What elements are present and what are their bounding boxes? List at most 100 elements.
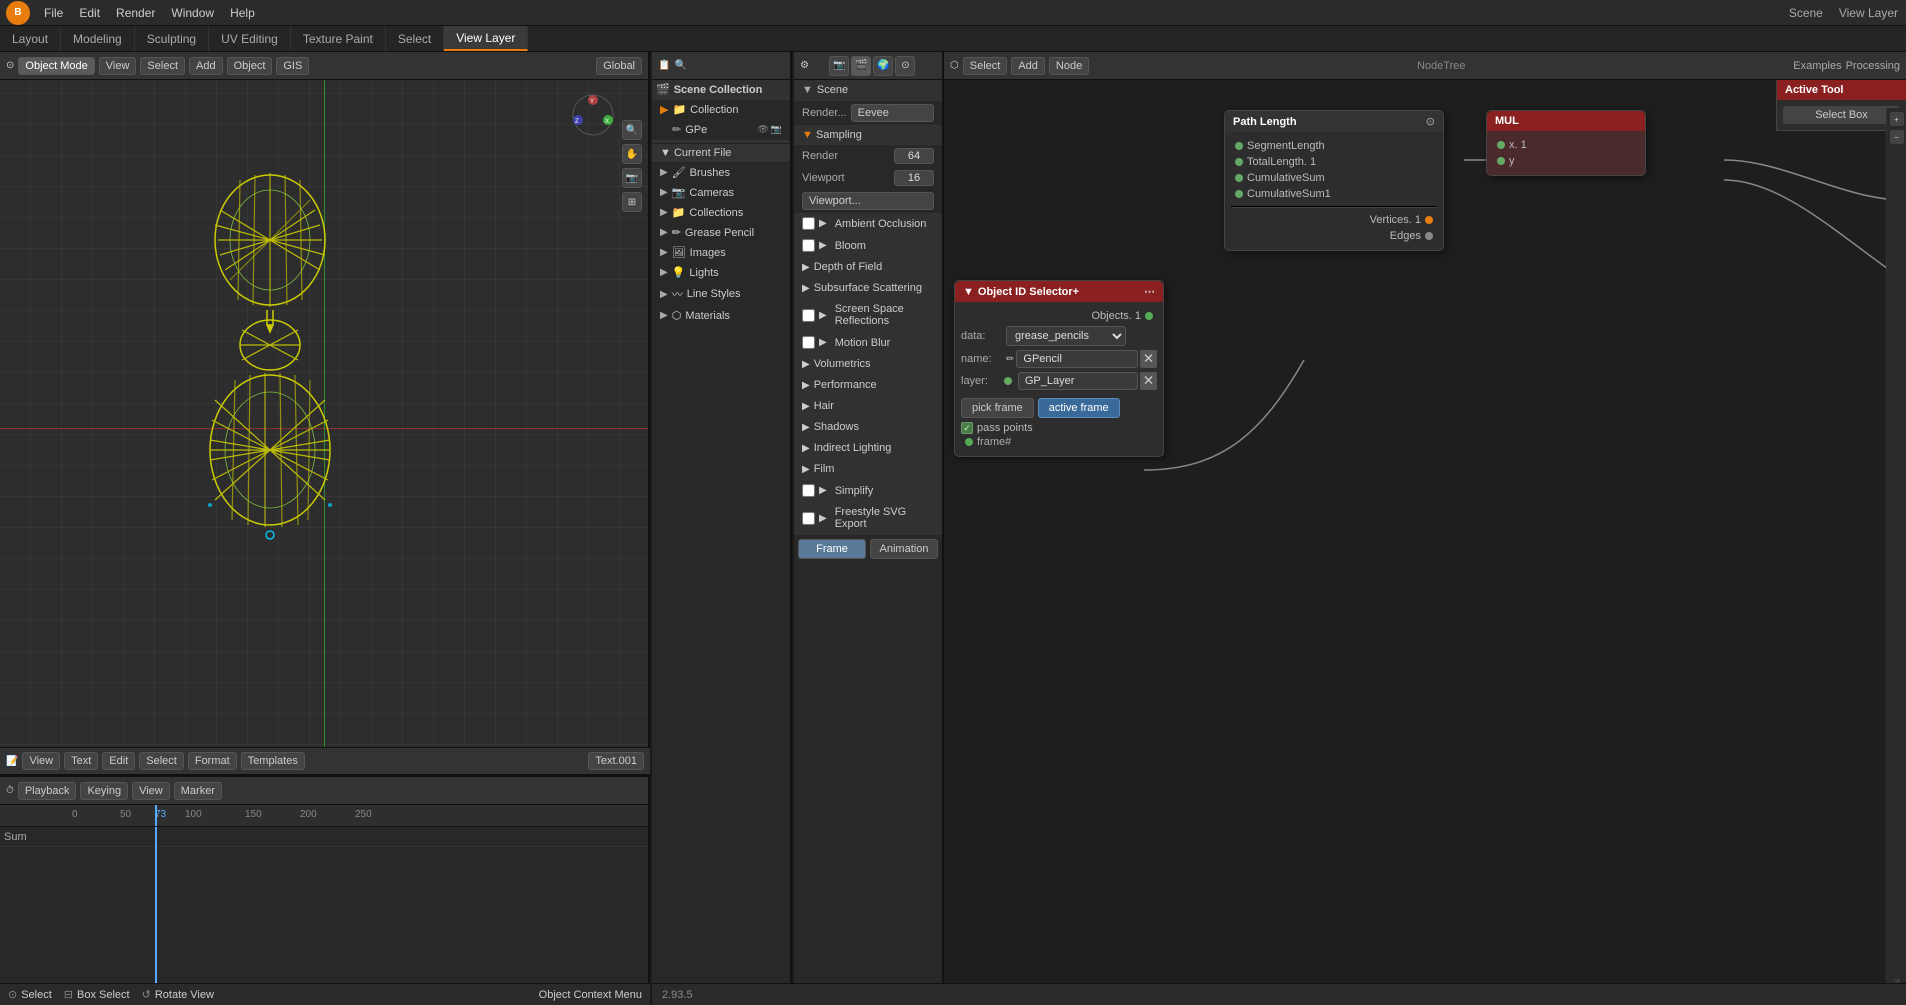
lights-item[interactable]: ▶ 💡 Lights	[652, 263, 790, 283]
simplify-header[interactable]: ▶ Simplify	[794, 480, 942, 501]
view-timeline-btn[interactable]: View	[132, 782, 170, 800]
pick-frame-btn[interactable]: pick frame	[961, 398, 1034, 418]
text-select-btn[interactable]: Select	[139, 752, 184, 770]
grid-icon[interactable]: ⊞	[622, 192, 642, 212]
camera-icon[interactable]: 📷	[622, 168, 642, 188]
layer-input[interactable]	[1018, 372, 1138, 390]
processing-label[interactable]: Processing	[1846, 60, 1900, 72]
collections-item[interactable]: ▶ 📁 Collections	[652, 203, 790, 223]
gpe-item[interactable]: ✏ GPe 👁 📷	[652, 120, 790, 140]
object-mode-btn[interactable]: Object Mode	[18, 57, 94, 75]
tab-uv-editing[interactable]: UV Editing	[209, 26, 291, 51]
freestyle-header[interactable]: ▶ Freestyle SVG Export	[794, 502, 942, 534]
ao-checkbox[interactable]	[802, 217, 815, 230]
text-view-btn[interactable]: View	[22, 752, 60, 770]
outliner-search[interactable]: 🔍	[674, 60, 784, 71]
viewport-canvas[interactable]: Y X Z 🔍 ✋ 📷 ⊞	[0, 80, 648, 775]
status-select[interactable]: ⊙ Select	[8, 988, 52, 1001]
add-btn[interactable]: Add	[189, 57, 223, 75]
timeline-playhead[interactable]	[155, 805, 157, 826]
mb-checkbox[interactable]	[802, 336, 815, 349]
hand-icon[interactable]: ✋	[622, 144, 642, 164]
tab-select[interactable]: Select	[386, 26, 444, 51]
name-clear-btn[interactable]: ✕	[1140, 350, 1157, 368]
render-props-btn[interactable]: 📷	[829, 56, 849, 76]
transform-btn[interactable]: Global	[596, 57, 642, 75]
text-format-btn[interactable]: Format	[188, 752, 237, 770]
object-btn[interactable]: Object	[227, 57, 273, 75]
collection-item[interactable]: ▶ 📁 Collection	[652, 100, 790, 120]
line-styles-item[interactable]: ▶ 〰 Line Styles	[652, 283, 790, 306]
menu-edit[interactable]: Edit	[71, 4, 108, 22]
node-zoom-btn[interactable]: +	[1890, 112, 1904, 126]
fs-checkbox[interactable]	[802, 512, 815, 525]
animation-tab-btn[interactable]: Animation	[870, 539, 938, 559]
text-file-name[interactable]: Text.001	[588, 752, 644, 770]
view-btn[interactable]: View	[99, 57, 137, 75]
shadows-header[interactable]: ▶ Shadows	[794, 417, 942, 437]
ssr-checkbox[interactable]	[802, 309, 815, 322]
node-canvas[interactable]: Path Length ⊙ SegmentLength TotalLength.…	[944, 80, 1906, 1005]
select-btn[interactable]: Select	[140, 57, 185, 75]
mul-node[interactable]: MUL x. 1 y	[1486, 110, 1646, 176]
ambient-occlusion-header[interactable]: ▶ Ambient Occlusion	[794, 213, 942, 234]
eye-icon[interactable]: 👁	[757, 124, 768, 135]
menu-window[interactable]: Window	[163, 4, 222, 22]
pass-points-checkbox[interactable]: ✓	[961, 422, 973, 434]
data-select[interactable]: grease_pencils	[1006, 326, 1126, 346]
nav-gizmo[interactable]: Y X Z	[568, 90, 618, 140]
tab-layout[interactable]: Layout	[0, 26, 61, 51]
world-props-btn[interactable]: 🌍	[873, 56, 893, 76]
grease-pencil-item[interactable]: ▶ ✏ Grease Pencil	[652, 223, 790, 243]
status-rotate[interactable]: ↺ Rotate View	[142, 988, 214, 1001]
bloom-header[interactable]: ▶ Bloom	[794, 235, 942, 256]
menu-file[interactable]: File	[36, 4, 71, 22]
dof-header[interactable]: ▶ Depth of Field	[794, 257, 942, 277]
text-btn[interactable]: Text	[64, 752, 98, 770]
indirect-lighting-header[interactable]: ▶ Indirect Lighting	[794, 438, 942, 458]
layer-clear-btn[interactable]: ✕	[1140, 372, 1157, 390]
render-sampling-value[interactable]: 64	[894, 148, 934, 164]
sss-header[interactable]: ▶ Subsurface Scattering	[794, 278, 942, 298]
examples-label[interactable]: Examples	[1793, 60, 1841, 72]
frame-tab-btn[interactable]: Frame	[798, 539, 866, 559]
motion-blur-header[interactable]: ▶ Motion Blur	[794, 332, 942, 353]
node-add-btn[interactable]: Add	[1011, 57, 1045, 75]
scene-props-btn[interactable]: 🎬	[851, 56, 871, 76]
text-templates-btn[interactable]: Templates	[241, 752, 305, 770]
menu-help[interactable]: Help	[222, 4, 263, 22]
object-id-collapse-icon[interactable]: ▼	[963, 286, 974, 298]
tab-modeling[interactable]: Modeling	[61, 26, 135, 51]
bloom-checkbox[interactable]	[802, 239, 815, 252]
viewport-sampling-value[interactable]: 16	[894, 170, 934, 186]
images-item[interactable]: ▶ 🖼 Images	[652, 243, 790, 263]
path-length-node[interactable]: Path Length ⊙ SegmentLength TotalLength.…	[1224, 110, 1444, 251]
object-id-menu-icon[interactable]: ⋯	[1144, 285, 1155, 298]
menu-render[interactable]: Render	[108, 4, 163, 22]
simp-checkbox[interactable]	[802, 484, 815, 497]
obj-props-btn[interactable]: ⊙	[895, 56, 915, 76]
tab-view-layer[interactable]: View Layer	[444, 26, 528, 51]
active-frame-btn[interactable]: active frame	[1038, 398, 1120, 418]
playback-btn[interactable]: Playback	[18, 782, 77, 800]
node-node-btn[interactable]: Node	[1049, 57, 1089, 75]
sampling-header[interactable]: ▼ Sampling	[794, 126, 942, 145]
render-icon-small[interactable]: 📷	[771, 124, 782, 135]
performance-header[interactable]: ▶ Performance	[794, 375, 942, 395]
select-box-btn[interactable]: Select Box	[1783, 106, 1900, 124]
eevee-select[interactable]: Eevee	[851, 104, 934, 122]
text-edit-btn[interactable]: Edit	[102, 752, 135, 770]
gis-btn[interactable]: GIS	[276, 57, 309, 75]
status-box-select[interactable]: ⊟ Box Select	[64, 988, 130, 1001]
zoom-icon[interactable]: 🔍	[622, 120, 642, 140]
name-input[interactable]	[1016, 350, 1137, 368]
ssr-header[interactable]: ▶ Screen Space Reflections	[794, 299, 942, 331]
hair-header[interactable]: ▶ Hair	[794, 396, 942, 416]
marker-btn[interactable]: Marker	[174, 782, 222, 800]
timeline-tracks[interactable]: Sum	[0, 827, 648, 983]
node-select-btn[interactable]: Select	[963, 57, 1008, 75]
keying-btn[interactable]: Keying	[80, 782, 128, 800]
viewport-3d[interactable]: ⊙ Object Mode View Select Add Object GIS…	[0, 52, 650, 775]
cameras-item[interactable]: ▶ 📷 Cameras	[652, 183, 790, 203]
brushes-item[interactable]: ▶ 🖌 Brushes	[652, 163, 790, 183]
